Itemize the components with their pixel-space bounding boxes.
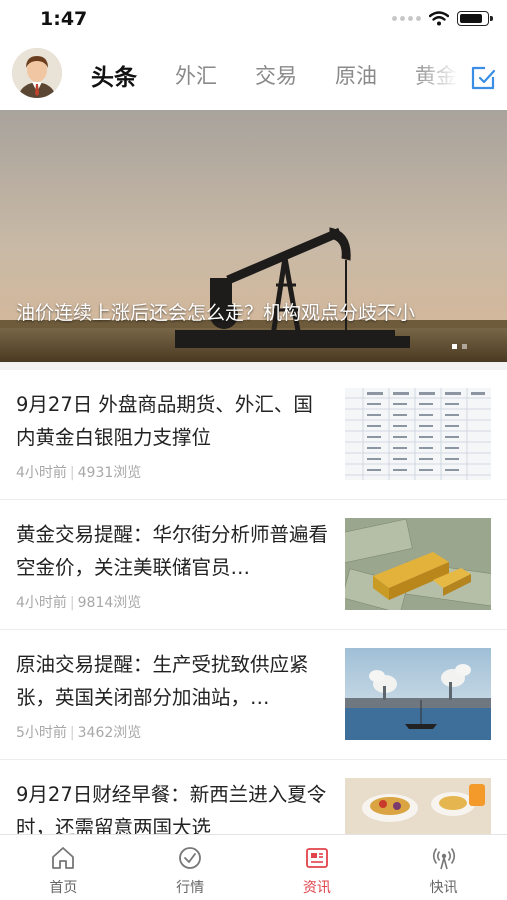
news-item[interactable]: 黄金交易提醒：华尔街分析师普遍看空金价，关注美联储官员… 4小时前 | 9814浏览: [0, 500, 507, 630]
news-meta: 4小时前 | 4931浏览: [16, 465, 142, 481]
bottom-tab-bar: 首页 行情 资讯 快讯: [0, 834, 507, 900]
broadcast-icon: [432, 848, 455, 870]
status-icons: [392, 11, 493, 26]
home-icon: [52, 847, 75, 869]
category-tabs: 头条 外汇 交易 原油 黄金: [76, 40, 456, 110]
nav-market[interactable]: 行情: [127, 835, 254, 900]
carousel-dot: [452, 344, 457, 349]
nav-home[interactable]: 首页: [0, 835, 127, 900]
avatar-image: [12, 48, 62, 98]
news-time: 4小时前: [16, 595, 67, 611]
news-views: 3462浏览: [77, 725, 142, 741]
gold-bar-image: [345, 518, 491, 610]
nav-label: 行情: [176, 880, 205, 896]
market-check-icon: [179, 847, 202, 869]
news-icon: [305, 848, 328, 868]
status-bar: 1:47: [0, 0, 507, 40]
tab-headlines[interactable]: 头条: [91, 58, 137, 92]
status-time: 1:47: [40, 8, 88, 30]
news-item[interactable]: 9月27日 外盘商品期货、外汇、国内黄金白银阻力支撑位 4小时前 | 4931浏览: [0, 370, 507, 500]
battery-icon: [457, 11, 493, 26]
nav-label: 首页: [49, 880, 78, 896]
nav-label: 快讯: [429, 880, 458, 896]
tab-forex[interactable]: 外汇: [175, 60, 217, 90]
wifi-icon: [429, 11, 449, 26]
user-avatar[interactable]: [12, 48, 62, 98]
news-item[interactable]: 原油交易提醒：生产受扰致供应紧张，英国关闭部分加油站，… 5小时前 | 3462浏览: [0, 630, 507, 760]
news-title: 黄金交易提醒：华尔街分析师普遍看空金价，关注美联储官员…: [16, 523, 329, 579]
nav-label: 资讯: [302, 880, 331, 896]
news-views: 4931浏览: [77, 465, 142, 481]
subscribe-edit-icon[interactable]: [469, 64, 497, 92]
news-meta: 5小时前 | 3462浏览: [16, 725, 142, 741]
news-time: 5小时前: [16, 725, 67, 741]
news-title: 9月27日 外盘商品期货、外汇、国内黄金白银阻力支撑位: [16, 393, 313, 449]
banner-carousel[interactable]: 油价连续上涨后还会怎么走？机构观点分歧不小: [0, 110, 507, 362]
tabs-fade: [413, 50, 459, 100]
carousel-dot: [462, 344, 467, 349]
tab-trading[interactable]: 交易: [255, 60, 297, 90]
banner-title: 油价连续上涨后还会怎么走？机构观点分歧不小: [16, 302, 416, 324]
nav-flash[interactable]: 快讯: [380, 835, 507, 900]
nav-news[interactable]: 资讯: [254, 835, 381, 900]
section-divider: [0, 362, 507, 370]
news-meta: 4小时前 | 9814浏览: [16, 595, 142, 611]
news-time: 4小时前: [16, 465, 67, 481]
top-header: 头条 外汇 交易 原油 黄金: [0, 40, 507, 110]
refinery-sea-image: [345, 648, 491, 740]
table-image: [345, 388, 491, 480]
tab-crude-oil[interactable]: 原油: [335, 60, 377, 90]
news-views: 9814浏览: [77, 595, 142, 611]
signal-icon: [392, 16, 421, 21]
carousel-indicator: [452, 344, 467, 349]
news-title: 原油交易提醒：生产受扰致供应紧张，英国关闭部分加油站，…: [16, 653, 309, 709]
